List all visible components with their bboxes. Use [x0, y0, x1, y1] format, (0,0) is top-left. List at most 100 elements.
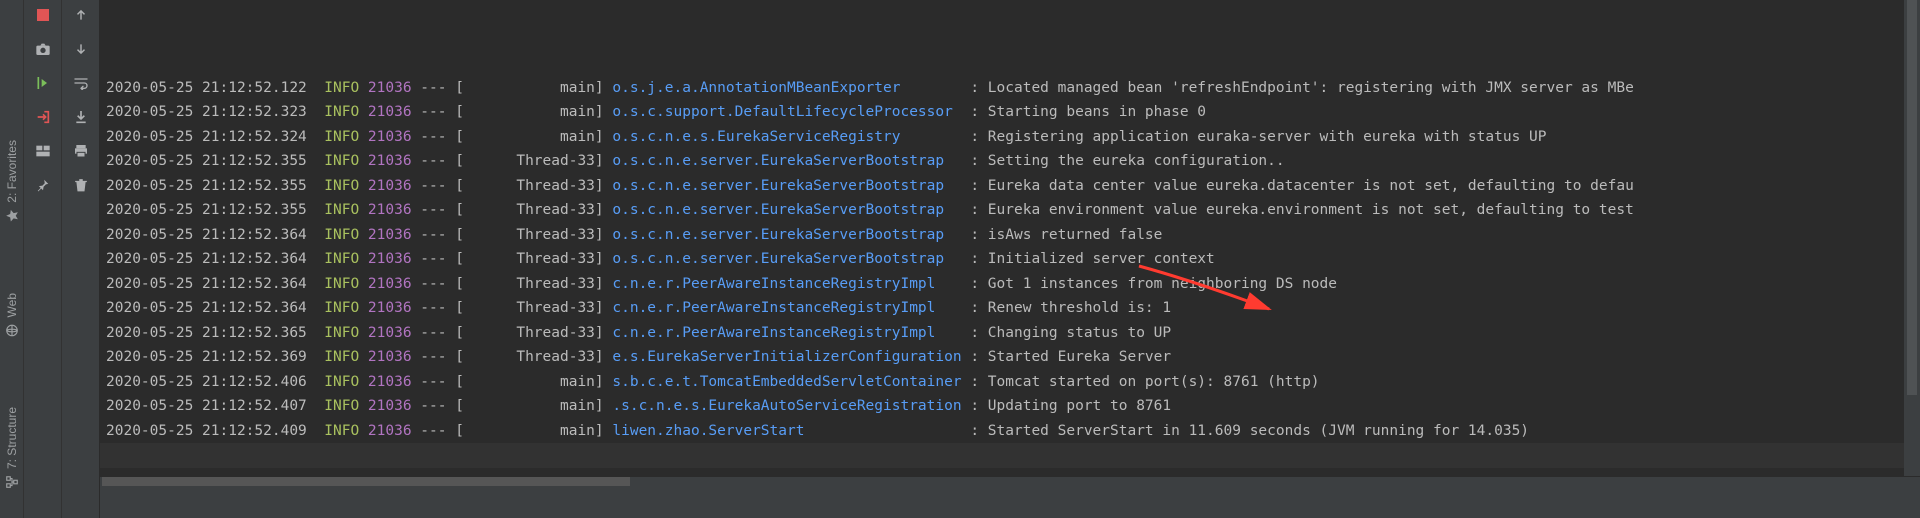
log-timestamp: 2020-05-25 21:12:52.369 — [106, 349, 307, 365]
stop-icon — [36, 8, 50, 22]
log-thread: main] — [464, 398, 604, 414]
log-logger: o.s.c.support.DefaultLifecycleProcessor — [612, 104, 961, 120]
pin-icon — [36, 178, 50, 192]
log-colon: : — [962, 300, 988, 316]
log-line: 2020-05-25 21:12:52.355 INFO 21036 --- [… — [100, 149, 1920, 174]
globe-icon — [5, 323, 19, 337]
softwrap-button[interactable] — [69, 72, 93, 94]
log-message: Initialized server context — [988, 251, 1215, 267]
caret-line[interactable] — [100, 443, 1920, 468]
log-thread: Thread-33] — [464, 153, 604, 169]
pin-button[interactable] — [31, 174, 55, 196]
horizontal-scrollbar[interactable] — [102, 477, 1898, 486]
side-tab-favorites[interactable]: 2: Favorites — [5, 140, 19, 223]
scroll-end-icon — [73, 109, 89, 125]
log-line: 2020-05-25 21:12:52.364 INFO 21036 --- [… — [100, 247, 1920, 272]
log-colon: : — [962, 325, 988, 341]
log-timestamp: 2020-05-25 21:12:52.364 — [106, 300, 307, 316]
side-tab-label: 7: Structure — [5, 407, 19, 469]
horizontal-scrollbar-thumb[interactable] — [102, 477, 630, 486]
print-icon — [73, 143, 89, 159]
log-sep: --- [ — [412, 129, 464, 145]
run-to-icon — [35, 75, 51, 91]
log-colon: : — [962, 349, 988, 365]
camera-button[interactable] — [31, 38, 55, 60]
log-logger: s.b.c.e.t.TomcatEmbeddedServletContainer — [612, 374, 961, 390]
scroll-end-button[interactable] — [69, 106, 93, 128]
log-line: 2020-05-25 21:12:52.323 INFO 21036 --- [… — [100, 100, 1920, 125]
log-timestamp: 2020-05-25 21:12:52.364 — [106, 227, 307, 243]
log-level: INFO — [324, 129, 359, 145]
log-logger: o.s.c.n.e.server.EurekaServerBootstrap — [612, 178, 961, 194]
print-button[interactable] — [69, 140, 93, 162]
log-level: INFO — [324, 153, 359, 169]
log-pid: 21036 — [368, 129, 412, 145]
log-output[interactable]: 2020-05-25 21:12:52.122 INFO 21036 --- [… — [100, 0, 1920, 476]
log-timestamp: 2020-05-25 21:12:52.365 — [106, 325, 307, 341]
side-tab-structure[interactable]: 7: Structure — [5, 407, 19, 489]
log-timestamp: 2020-05-25 21:12:52.355 — [106, 153, 307, 169]
log-timestamp: 2020-05-25 21:12:52.122 — [106, 80, 307, 96]
log-level: INFO — [324, 349, 359, 365]
log-logger: o.s.c.n.e.s.EurekaServiceRegistry — [612, 129, 961, 145]
log-colon: : — [962, 276, 988, 292]
log-line: 2020-05-25 21:12:52.364 INFO 21036 --- [… — [100, 296, 1920, 321]
vertical-scrollbar-thumb[interactable] — [1907, 0, 1917, 395]
stop-button[interactable] — [31, 4, 55, 26]
log-logger: o.s.c.n.e.server.EurekaServerBootstrap — [612, 153, 961, 169]
log-sep: --- [ — [412, 104, 464, 120]
log-thread: Thread-33] — [464, 325, 604, 341]
log-colon: : — [962, 80, 988, 96]
structure-icon — [5, 475, 19, 489]
log-timestamp: 2020-05-25 21:12:52.364 — [106, 276, 307, 292]
log-thread: Thread-33] — [464, 202, 604, 218]
log-line: 2020-05-25 21:12:52.407 INFO 21036 --- [… — [100, 394, 1920, 419]
log-level: INFO — [324, 80, 359, 96]
log-level: INFO — [324, 227, 359, 243]
log-level: INFO — [324, 374, 359, 390]
trash-icon — [74, 177, 88, 193]
log-logger: liwen.zhao.ServerStart — [612, 423, 961, 439]
side-tab-web[interactable]: Web — [5, 293, 19, 337]
log-pid: 21036 — [368, 374, 412, 390]
run-tool-gutter — [24, 0, 62, 518]
rerun-button[interactable] — [31, 72, 55, 94]
log-line: 2020-05-25 21:12:52.406 INFO 21036 --- [… — [100, 370, 1920, 395]
log-sep: --- [ — [412, 227, 464, 243]
log-line: 2020-05-25 21:12:52.355 INFO 21036 --- [… — [100, 174, 1920, 199]
log-colon: : — [962, 178, 988, 194]
console-footer — [100, 476, 1920, 518]
log-message: Got 1 instances from neighboring DS node — [988, 276, 1337, 292]
log-pid: 21036 — [368, 325, 412, 341]
clear-button[interactable] — [69, 174, 93, 196]
log-sep: --- [ — [412, 276, 464, 292]
log-pid: 21036 — [368, 227, 412, 243]
log-thread: main] — [464, 374, 604, 390]
side-tab-label: Web — [5, 293, 19, 317]
vertical-scrollbar[interactable] — [1904, 0, 1920, 476]
log-pid: 21036 — [368, 104, 412, 120]
log-colon: : — [962, 423, 988, 439]
exit-button[interactable] — [31, 106, 55, 128]
log-sep: --- [ — [412, 300, 464, 316]
log-logger: c.n.e.r.PeerAwareInstanceRegistryImpl — [612, 325, 961, 341]
log-message: Located managed bean 'refreshEndpoint': … — [988, 80, 1634, 96]
log-timestamp: 2020-05-25 21:12:52.355 — [106, 178, 307, 194]
log-line: 2020-05-25 21:12:52.364 INFO 21036 --- [… — [100, 223, 1920, 248]
down-button[interactable] — [69, 38, 93, 60]
log-timestamp: 2020-05-25 21:12:52.407 — [106, 398, 307, 414]
up-button[interactable] — [69, 4, 93, 26]
log-line: 2020-05-25 21:12:52.122 INFO 21036 --- [… — [100, 76, 1920, 101]
log-message: Eureka environment value eureka.environm… — [988, 202, 1634, 218]
layout-button[interactable] — [31, 140, 55, 162]
log-thread: Thread-33] — [464, 349, 604, 365]
log-pid: 21036 — [368, 276, 412, 292]
star-icon — [5, 209, 19, 223]
log-line: 2020-05-25 21:12:52.369 INFO 21036 --- [… — [100, 345, 1920, 370]
log-thread: main] — [464, 80, 604, 96]
log-logger: o.s.c.n.e.server.EurekaServerBootstrap — [612, 202, 961, 218]
log-message: isAws returned false — [988, 227, 1163, 243]
log-message: Setting the eureka configuration.. — [988, 153, 1285, 169]
log-level: INFO — [324, 178, 359, 194]
log-timestamp: 2020-05-25 21:12:52.364 — [106, 251, 307, 267]
